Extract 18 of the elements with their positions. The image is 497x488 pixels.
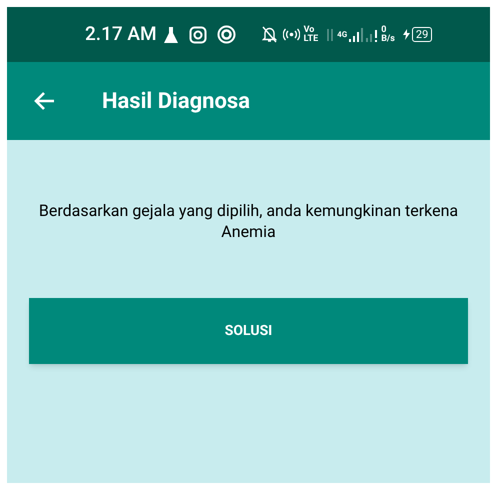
status-time: 2.17 AM	[85, 21, 157, 48]
speed-value: 0	[381, 26, 388, 34]
bell-off-icon	[262, 26, 277, 43]
flask-icon	[162, 26, 179, 44]
battery-indicator: 29	[412, 27, 432, 42]
result-message: Berdasarkan gejala yang dipilih, anda kemungkinan terkena Anemia	[38, 200, 460, 242]
charging-icon	[402, 29, 410, 40]
circle-icon	[216, 25, 236, 44]
signal-icon	[349, 28, 380, 42]
solution-button[interactable]: SOLUSI	[29, 298, 468, 364]
volte-label: LTE	[304, 34, 318, 44]
screen-title: Hasil Diagnosa	[102, 88, 250, 116]
speed-unit: B/s	[381, 34, 395, 44]
back-arrow-icon[interactable]	[33, 91, 55, 111]
network-type: 4G	[337, 28, 348, 40]
hotspot-icon	[282, 28, 300, 41]
camera-icon	[188, 26, 207, 44]
volte-label: Vo	[304, 26, 316, 34]
